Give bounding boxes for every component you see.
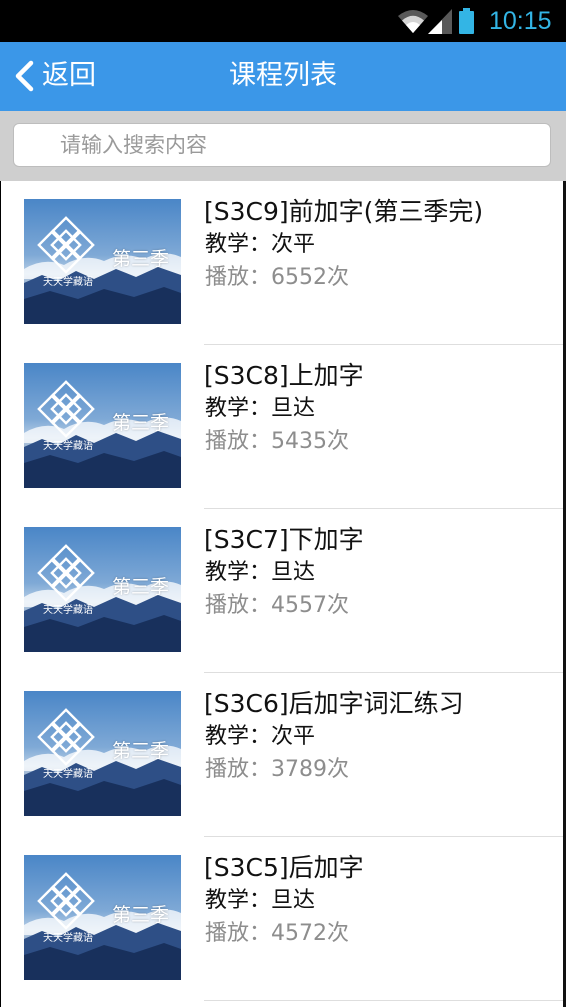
course-play-count: 播放：3789次 [205, 757, 349, 782]
course-play-count: 播放：4557次 [205, 593, 349, 618]
course-play-count: 播放：5435次 [205, 429, 349, 454]
search-input[interactable] [13, 123, 551, 167]
thumbnail-brand-label: 天天学藏语 [43, 605, 93, 616]
list-divider [204, 1000, 563, 1001]
course-thumbnail: 第三季 天天学藏语 [24, 527, 181, 652]
course-teacher: 教学：旦达 [205, 888, 316, 913]
course-list-item[interactable]: 第三季 天天学藏语 [S3C8]上加字 教学：旦达 播放：5435次 [1, 345, 563, 509]
thumbnail-season-label: 第三季 [112, 576, 170, 598]
course-list-item[interactable]: 第三季 天天学藏语 [S3C5]后加字 教学：旦达 播放：4572次 [1, 837, 563, 1001]
header-bar: 返回 课程列表 [0, 42, 566, 111]
thumbnail-brand-label: 天天学藏语 [43, 769, 93, 780]
status-time: 10:15 [489, 7, 552, 35]
course-list-item[interactable]: 第三季 天天学藏语 [S3C9]前加字(第三季完) 教学：次平 播放：6552次 [1, 181, 563, 345]
course-list-item[interactable]: 第三季 天天学藏语 [S3C7]下加字 教学：旦达 播放：4557次 [1, 509, 563, 673]
battery-icon [459, 8, 474, 34]
course-list-item[interactable]: 第三季 天天学藏语 [S3C6]后加字词汇练习 教学：次平 播放：3789次 [1, 673, 563, 837]
page-title: 课程列表 [229, 60, 337, 91]
thumbnail-season-label: 第三季 [112, 740, 170, 762]
thumbnail-season-label: 第三季 [112, 248, 170, 270]
course-thumbnail: 第三季 天天学藏语 [24, 691, 181, 816]
course-teacher: 教学：旦达 [205, 396, 316, 421]
course-title: [S3C7]下加字 [204, 525, 364, 554]
course-title: [S3C5]后加字 [204, 853, 364, 882]
course-teacher: 教学：次平 [205, 232, 316, 257]
thumbnail-season-label: 第三季 [112, 412, 170, 434]
course-thumbnail: 第三季 天天学藏语 [24, 199, 181, 324]
thumbnail-season-label: 第三季 [112, 904, 170, 926]
search-area [0, 111, 566, 181]
thumbnail-brand-label: 天天学藏语 [43, 933, 93, 944]
course-list: 第三季 天天学藏语 [S3C9]前加字(第三季完) 教学：次平 播放：6552次 [1, 181, 563, 1007]
course-title: [S3C6]后加字词汇练习 [204, 689, 464, 718]
course-teacher: 教学：次平 [205, 724, 316, 749]
signal-icon [428, 9, 452, 34]
status-bar: 10:15 [0, 0, 566, 42]
thumbnail-brand-label: 天天学藏语 [43, 277, 93, 288]
course-thumbnail: 第三季 天天学藏语 [24, 363, 181, 488]
course-play-count: 播放：4572次 [205, 921, 349, 946]
wifi-icon [398, 10, 428, 33]
course-thumbnail: 第三季 天天学藏语 [24, 855, 181, 980]
course-teacher: 教学：旦达 [205, 560, 316, 585]
course-title: [S3C9]前加字(第三季完) [204, 197, 484, 226]
course-title: [S3C8]上加字 [204, 361, 364, 390]
course-play-count: 播放：6552次 [205, 265, 349, 290]
thumbnail-brand-label: 天天学藏语 [43, 441, 93, 452]
